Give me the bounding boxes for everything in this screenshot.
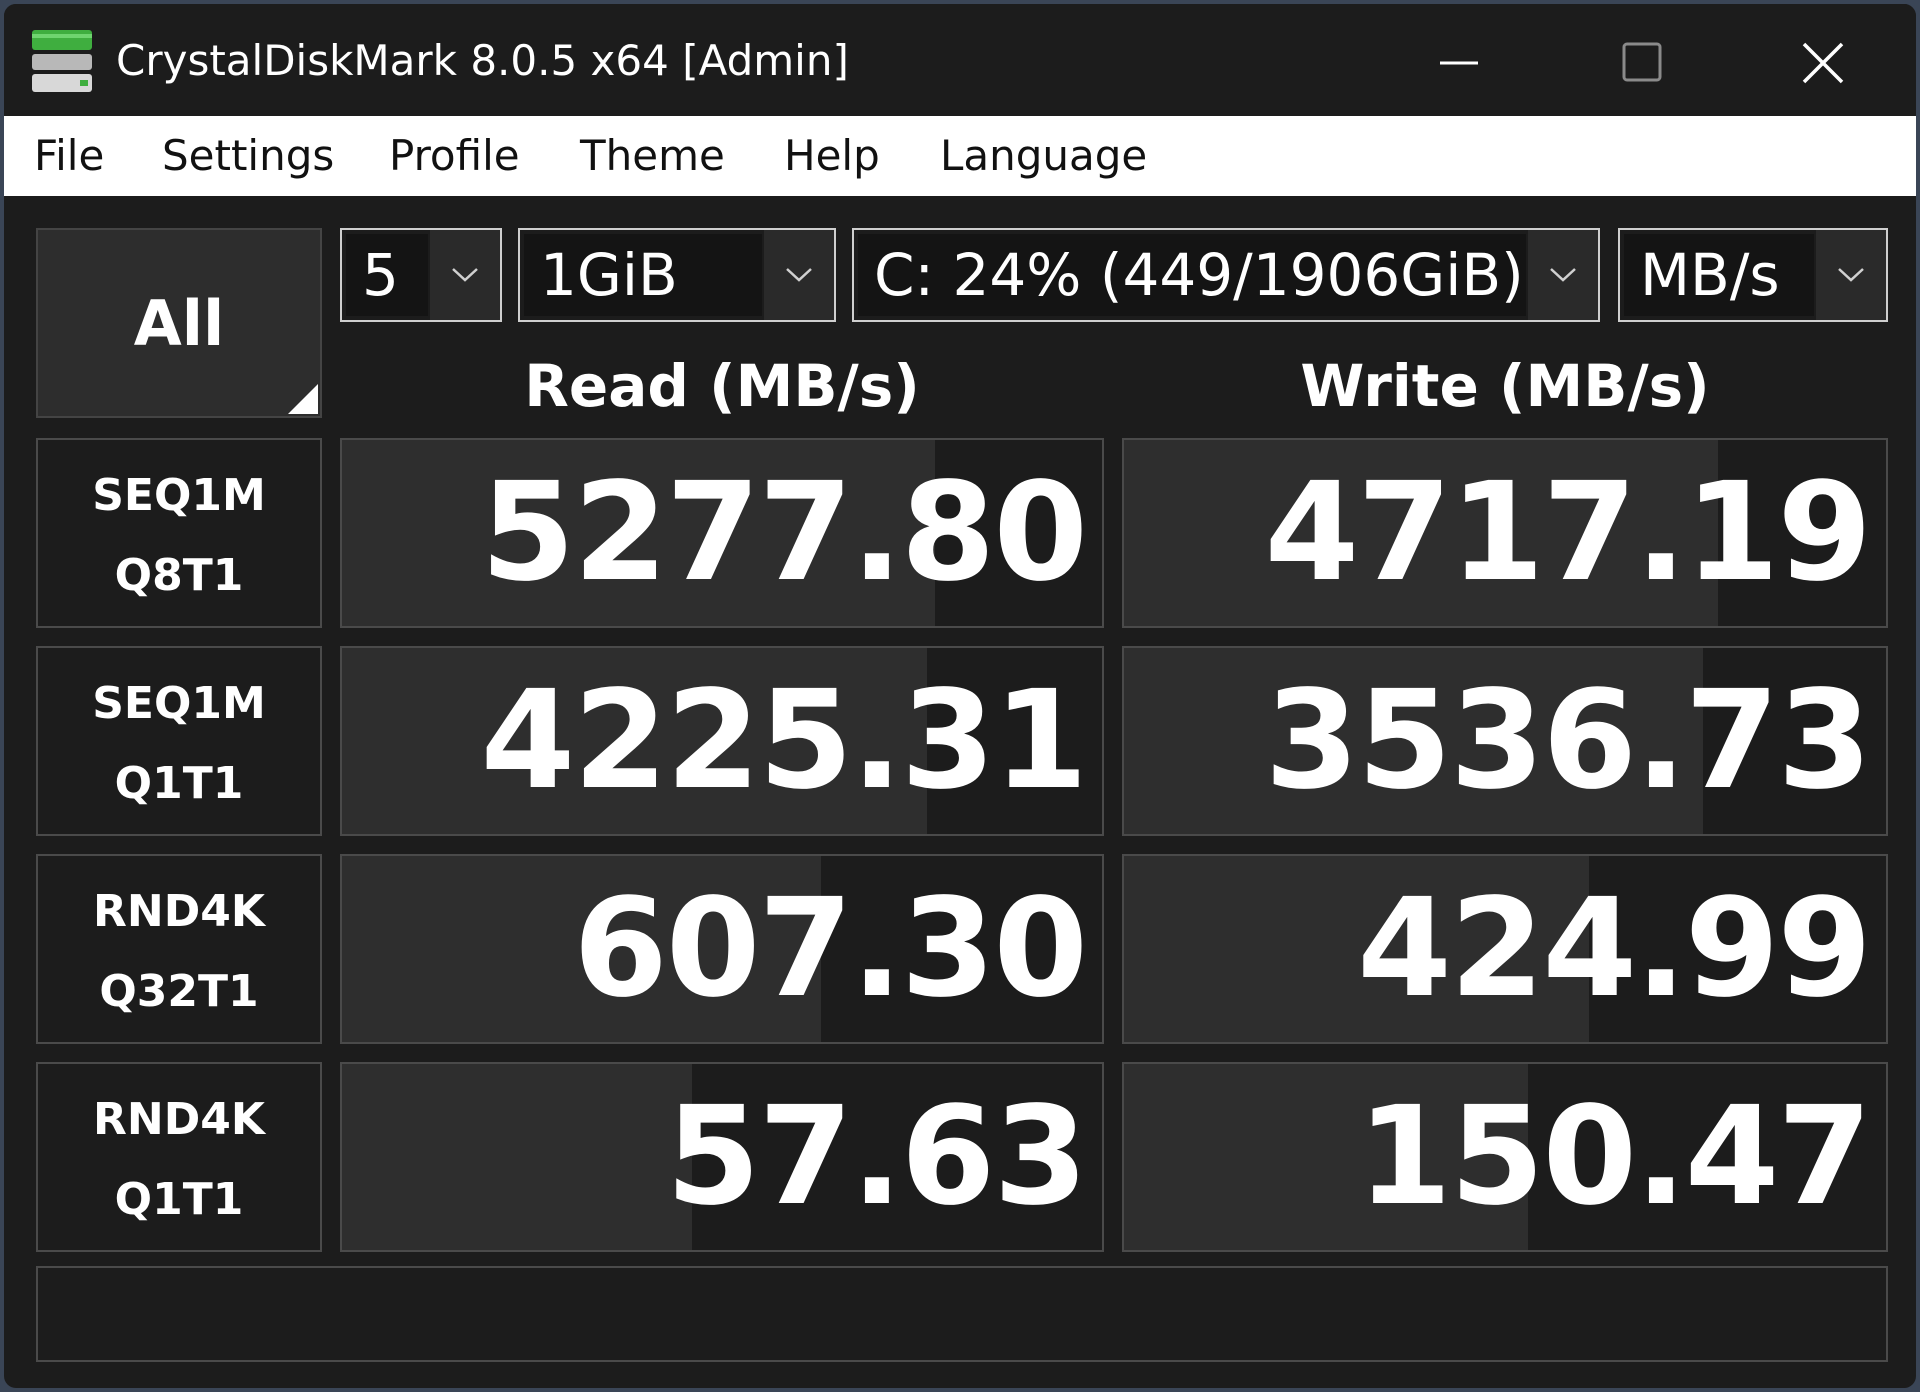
write-result-seq1m-q1t1: 3536.73 — [1122, 646, 1888, 836]
unit-select[interactable]: MB/s — [1618, 228, 1888, 322]
chevron-down-icon — [430, 230, 500, 320]
test-count-value: 5 — [346, 234, 428, 316]
maximize-button[interactable] — [1586, 22, 1696, 102]
write-value: 150.47 — [1357, 1078, 1872, 1236]
drive-select[interactable]: C: 24% (449/1906GiB) — [852, 228, 1600, 322]
title-bar[interactable]: CrystalDiskMark 8.0.5 x64 [Admin] — [4, 4, 1916, 116]
drive-icon — [28, 26, 98, 96]
write-result-rnd4k-q1t1: 150.47 — [1122, 1062, 1888, 1252]
read-result-rnd4k-q1t1: 57.63 — [340, 1062, 1104, 1252]
menu-file[interactable]: File — [34, 128, 104, 184]
menu-bar: File Settings Profile Theme Help Languag… — [4, 116, 1916, 196]
menu-theme[interactable]: Theme — [580, 128, 725, 184]
drive-value: C: 24% (449/1906GiB) — [858, 234, 1526, 316]
test-button-seq1m-q1t1[interactable]: SEQ1M Q1T1 — [36, 646, 322, 836]
read-value: 4225.31 — [480, 662, 1088, 820]
read-value: 607.30 — [573, 870, 1088, 1028]
test-button-rnd4k-q1t1[interactable]: RND4K Q1T1 — [36, 1062, 322, 1252]
test-params: Q1T1 — [114, 1174, 244, 1225]
chevron-down-icon — [764, 230, 834, 320]
test-name: SEQ1M — [92, 678, 266, 729]
close-icon — [1802, 42, 1844, 84]
read-value: 5277.80 — [480, 454, 1088, 612]
unit-value: MB/s — [1624, 234, 1814, 316]
window-title: CrystalDiskMark 8.0.5 x64 [Admin] — [116, 36, 849, 85]
run-all-button[interactable]: All — [36, 228, 322, 418]
read-result-seq1m-q1t1: 4225.31 — [340, 646, 1104, 836]
test-button-rnd4k-q32t1[interactable]: RND4K Q32T1 — [36, 854, 322, 1044]
benchmark-panel: All 5 1GiB C: 24% (449/1906GiB) MB/s Rea… — [4, 196, 1916, 1388]
test-count-select[interactable]: 5 — [340, 228, 502, 322]
test-params: Q8T1 — [114, 550, 244, 601]
menu-language[interactable]: Language — [940, 128, 1147, 184]
minimize-icon — [1440, 61, 1478, 65]
write-column-header: Write (MB/s) — [1300, 352, 1710, 420]
read-value: 57.63 — [665, 1078, 1088, 1236]
maximize-icon — [1622, 42, 1662, 82]
corner-triangle-icon — [288, 384, 318, 414]
chevron-down-icon — [1528, 230, 1598, 320]
read-column-header: Read (MB/s) — [524, 352, 920, 420]
read-level-bar — [342, 1064, 692, 1250]
read-result-seq1m-q8t1: 5277.80 — [340, 438, 1104, 628]
test-name: RND4K — [93, 1094, 265, 1145]
app-window: CrystalDiskMark 8.0.5 x64 [Admin] File S… — [4, 4, 1916, 1388]
menu-profile[interactable]: Profile — [389, 128, 520, 184]
test-params: Q32T1 — [99, 966, 259, 1017]
run-all-label: All — [133, 286, 225, 360]
test-button-seq1m-q8t1[interactable]: SEQ1M Q8T1 — [36, 438, 322, 628]
test-name: SEQ1M — [92, 470, 266, 521]
read-result-rnd4k-q32t1: 607.30 — [340, 854, 1104, 1044]
write-value: 4717.19 — [1264, 454, 1872, 612]
minimize-button[interactable] — [1404, 22, 1514, 102]
write-result-seq1m-q8t1: 4717.19 — [1122, 438, 1888, 628]
write-result-rnd4k-q32t1: 424.99 — [1122, 854, 1888, 1044]
comment-field[interactable] — [36, 1266, 1888, 1362]
write-value: 3536.73 — [1264, 662, 1872, 820]
menu-settings[interactable]: Settings — [162, 128, 334, 184]
test-name: RND4K — [93, 886, 265, 937]
close-button[interactable] — [1768, 22, 1878, 102]
chevron-down-icon — [1816, 230, 1886, 320]
test-size-value: 1GiB — [524, 234, 762, 316]
menu-help[interactable]: Help — [784, 128, 880, 184]
test-size-select[interactable]: 1GiB — [518, 228, 836, 322]
write-value: 424.99 — [1357, 870, 1872, 1028]
test-params: Q1T1 — [114, 758, 244, 809]
